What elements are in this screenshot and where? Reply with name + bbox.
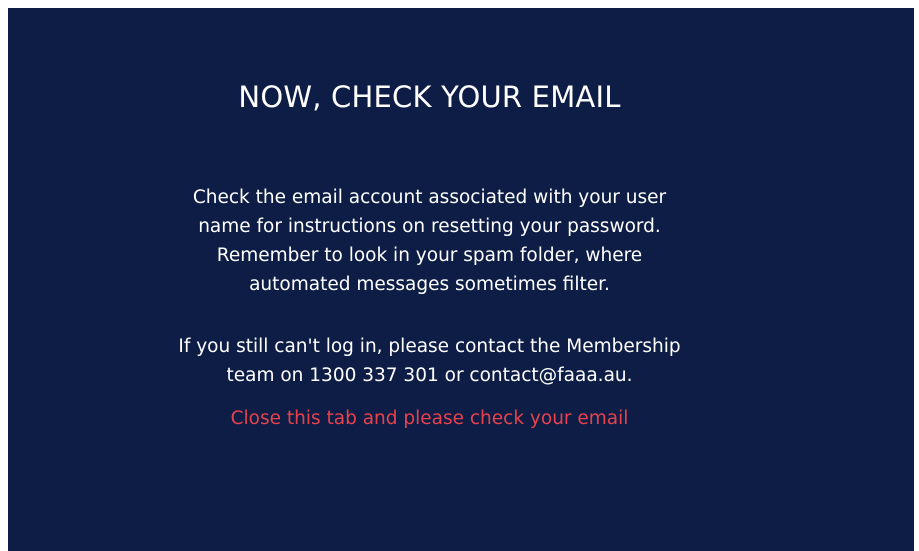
panel-content: NOW, CHECK YOUR EMAIL Check the email ac…: [8, 8, 851, 433]
page-title: NOW, CHECK YOUR EMAIL: [238, 80, 621, 114]
contact-line: If you still can't log in, please contac…: [178, 336, 681, 357]
contact-line: team on 1300 337 301 or contact@faaa.au.: [226, 365, 633, 386]
instructions-line: Check the email account associated with …: [192, 187, 667, 208]
instructions-line: name for instructions on resetting your …: [198, 216, 661, 237]
instructions-line: Remember to look in your spam folder, wh…: [216, 245, 643, 266]
contact-text: If you still can't log in, please contac…: [8, 332, 851, 390]
instructions-line: automated messages sometimes filter.: [249, 274, 610, 295]
email-check-panel: NOW, CHECK YOUR EMAIL Check the email ac…: [8, 8, 914, 551]
close-tab-link[interactable]: Close this tab and please check your ema…: [8, 404, 851, 433]
instructions-text: Check the email account associated with …: [50, 183, 810, 299]
